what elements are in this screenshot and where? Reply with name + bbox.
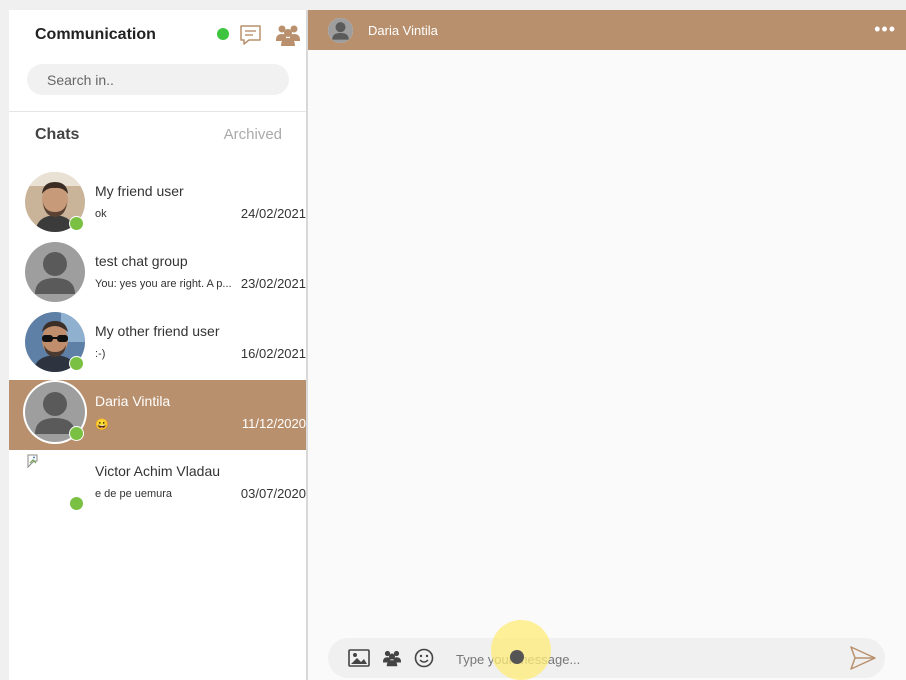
online-status-dot <box>69 356 84 371</box>
sidebar-header: Communication <box>9 10 306 112</box>
chat-date: 03/07/2020 <box>240 486 306 501</box>
chat-name: My friend user <box>95 183 184 199</box>
chat-preview: You: yes you are right. A p... <box>95 278 232 290</box>
chat-item-active[interactable]: Daria Vintila 😀 11/12/2020 <box>9 380 306 450</box>
conversation-pane: Daria Vintila ••• <box>308 10 906 680</box>
sidebar-title: Communication <box>35 26 156 43</box>
chat-preview: ok <box>95 208 107 220</box>
online-status-dot <box>69 426 84 441</box>
chat-list: My friend user ok 24/02/2021 test chat g… <box>9 170 306 520</box>
chat-name: Daria Vintila <box>95 393 171 409</box>
chat-name: Victor Achim Vladau <box>95 463 221 479</box>
chat-date: 16/02/2021 <box>240 346 306 361</box>
tab-archived[interactable]: Archived <box>224 126 282 143</box>
sidebar: Communication Search in.. Chats Archived… <box>9 10 308 680</box>
chat-preview: 😀 <box>95 419 109 431</box>
chat-preview: e de pe uemura <box>95 488 173 500</box>
chat-item[interactable]: Victor Achim Vladau e de pe uemura 03/07… <box>9 450 306 520</box>
tab-chats[interactable]: Chats <box>35 126 79 144</box>
online-status-dot <box>69 496 84 511</box>
chat-name: test chat group <box>95 253 188 269</box>
chat-name: My other friend user <box>95 323 220 339</box>
search-input[interactable] <box>27 64 289 95</box>
online-status-dot <box>69 216 84 231</box>
emoji-icon[interactable] <box>414 648 434 673</box>
chat-tabs: Chats Archived <box>9 111 306 161</box>
message-composer <box>328 638 885 678</box>
group-icon[interactable] <box>275 23 301 52</box>
presence-indicator <box>217 28 229 40</box>
default-avatar-icon <box>25 242 85 302</box>
contact-name: Daria Vintila <box>368 23 438 38</box>
message-input[interactable] <box>454 644 818 674</box>
chat-date: 11/12/2020 <box>241 416 306 431</box>
chat-date: 23/02/2021 <box>240 276 306 291</box>
chat-date: 24/02/2021 <box>240 206 306 221</box>
avatar[interactable] <box>328 18 353 43</box>
chat-preview: :-) <box>95 348 106 360</box>
chat-item[interactable]: My friend user ok 24/02/2021 <box>9 170 306 240</box>
chat-item[interactable]: test chat group You: yes you are right. … <box>9 240 306 310</box>
more-options-icon[interactable]: ••• <box>874 19 896 40</box>
default-avatar-icon <box>328 18 353 43</box>
send-icon[interactable] <box>849 645 877 676</box>
chat-item[interactable]: My other friend user :-) 16/02/2021 <box>9 310 306 380</box>
conversation-header: Daria Vintila ••• <box>308 10 906 50</box>
avatar <box>25 242 85 302</box>
chat-bubble-icon[interactable] <box>239 23 263 52</box>
group-icon[interactable] <box>382 649 402 672</box>
image-icon[interactable] <box>348 649 370 672</box>
app-window: Communication Search in.. Chats Archived… <box>9 10 906 680</box>
